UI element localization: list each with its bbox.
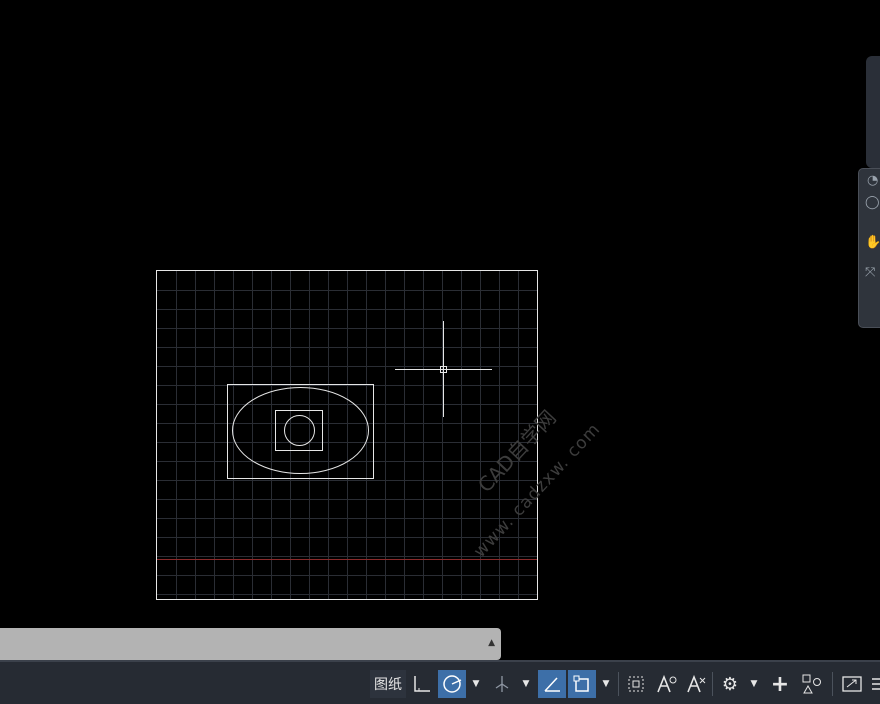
navigation-bar[interactable]: ◔ ◯ ✋ ⤧: [858, 168, 880, 328]
zoom-extents-icon[interactable]: ⤧: [865, 265, 875, 280]
snap-mode-icon[interactable]: [408, 670, 436, 698]
outer-rectangle: [227, 384, 374, 479]
polar-tracking-dropdown-icon[interactable]: ▼: [468, 670, 484, 698]
status-bar: 图纸 ▼ ▼ ▼ ⚙ ▼ +: [0, 660, 880, 704]
customize-menu-icon[interactable]: [870, 670, 880, 698]
polar-tracking-icon[interactable]: [438, 670, 466, 698]
object-snap-dropdown-icon[interactable]: ▼: [598, 670, 614, 698]
model-space-drawing: [156, 270, 538, 600]
annotation-scale-icon[interactable]: [652, 670, 680, 698]
drawing-canvas[interactable]: CAD自学网 www. cadzxw. com: [0, 0, 880, 660]
isolate-objects-icon[interactable]: [798, 670, 826, 698]
inner-square: [275, 410, 323, 451]
annotation-visibility-icon[interactable]: [682, 670, 710, 698]
command-history-arrow-icon[interactable]: ▲: [488, 638, 495, 648]
pan-hand-icon[interactable]: ✋: [865, 235, 880, 250]
crosshair-cursor: [395, 321, 492, 417]
view-cube-panel[interactable]: [866, 56, 880, 168]
workspace-gear-icon[interactable]: ⚙: [716, 670, 744, 698]
command-line[interactable]: ▲: [0, 628, 501, 660]
fullscreen-icon[interactable]: [838, 670, 866, 698]
object-snap-icon[interactable]: [568, 670, 596, 698]
steering-wheel-icon[interactable]: ◔: [867, 173, 878, 188]
isometric-drafting-icon[interactable]: [488, 670, 516, 698]
model-space-toggle[interactable]: 图纸: [370, 670, 406, 698]
workspace-dropdown-icon[interactable]: ▼: [746, 670, 762, 698]
isometric-dropdown-icon[interactable]: ▼: [518, 670, 534, 698]
selection-cycling-icon[interactable]: [622, 670, 650, 698]
orbit-icon[interactable]: ◯: [865, 195, 880, 210]
add-plus-icon[interactable]: +: [766, 670, 794, 698]
object-snap-tracking-icon[interactable]: [538, 670, 566, 698]
